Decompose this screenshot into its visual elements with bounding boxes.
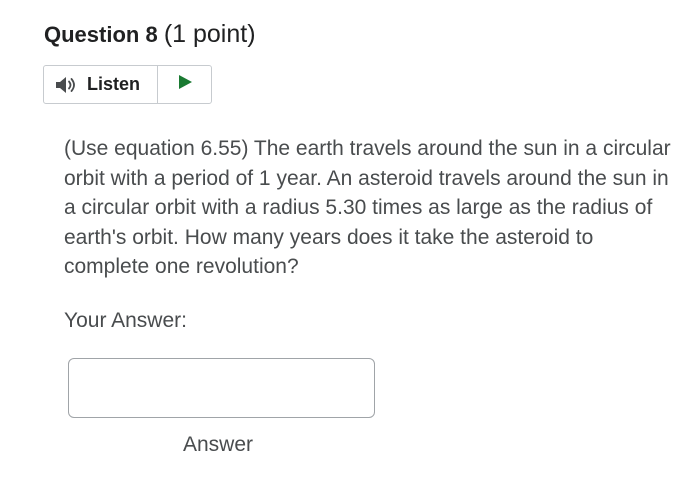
play-button[interactable] bbox=[158, 66, 211, 103]
listen-label: Listen bbox=[87, 74, 141, 94]
listen-toolbar: Listen bbox=[43, 65, 212, 104]
answer-caption: Answer bbox=[183, 433, 254, 456]
question-text: (Use equation 6.55) The earth travels ar… bbox=[64, 137, 671, 278]
answer-label: Your Answer: bbox=[64, 309, 187, 332]
question-points: (1 point) bbox=[163, 20, 256, 48]
question-header: Question 8 (1 point) bbox=[44, 20, 256, 49]
speaker-icon bbox=[55, 76, 79, 94]
quiz-question-page: Question 8 (1 point) Listen (Use equatio… bbox=[0, 0, 700, 478]
question-title: Question 8 bbox=[44, 22, 158, 47]
play-icon bbox=[177, 74, 193, 95]
answer-input[interactable] bbox=[68, 358, 375, 418]
listen-button[interactable]: Listen bbox=[44, 66, 158, 103]
